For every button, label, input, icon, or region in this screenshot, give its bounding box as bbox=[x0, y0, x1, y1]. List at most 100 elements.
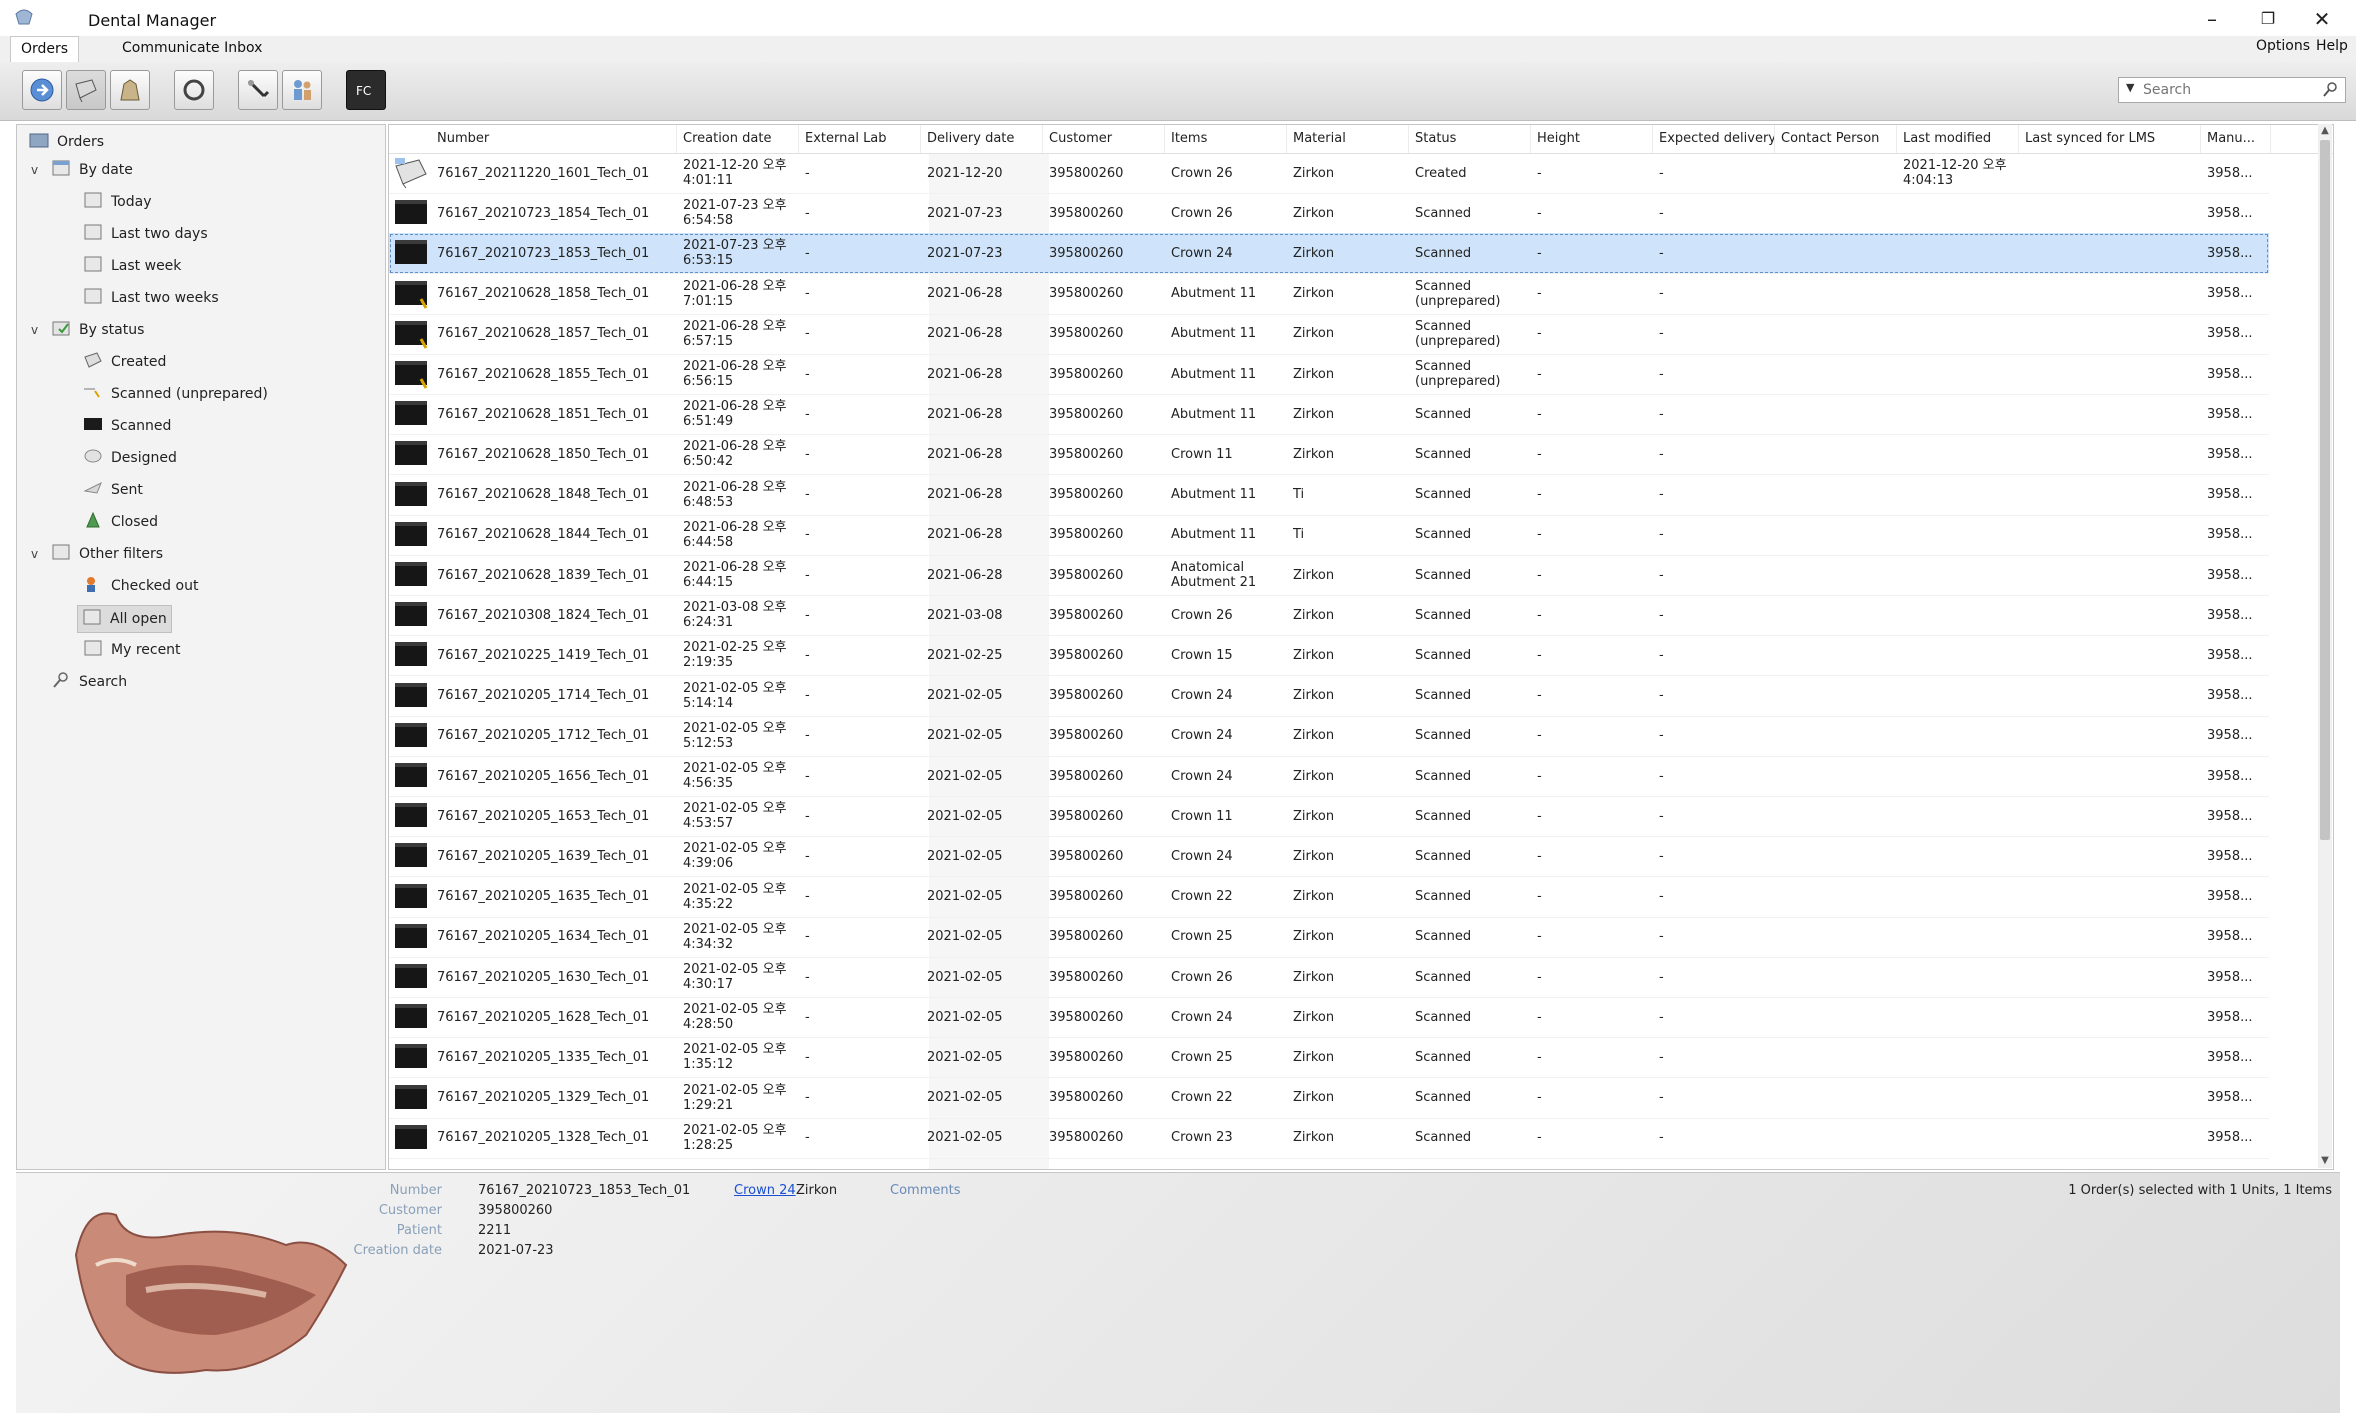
cell-text: 2021-02-05 bbox=[927, 808, 1003, 824]
menu-help[interactable]: Help bbox=[2316, 38, 2348, 54]
item-link[interactable]: Crown 24 bbox=[734, 1183, 796, 1198]
table-row[interactable]: 76167_20211220_1601_Tech_01 2021-12-20 오후… bbox=[389, 153, 2269, 194]
vertical-scrollbar[interactable]: ▲ ▼ bbox=[2318, 124, 2332, 1168]
close-button[interactable]: ✕ bbox=[2300, 4, 2344, 34]
table-row[interactable]: 76167_20210628_1857_Tech_01 2021-06-28 오후… bbox=[389, 314, 2269, 355]
tree-closed[interactable]: Closed bbox=[83, 509, 158, 535]
cell-height: - bbox=[1531, 555, 1653, 595]
column-header-items[interactable]: Items bbox=[1165, 125, 1287, 153]
go-forward-button[interactable] bbox=[22, 70, 62, 110]
table-row[interactable]: 76167_20210628_1858_Tech_01 2021-06-28 오후… bbox=[389, 274, 2269, 315]
column-header-material[interactable]: Material bbox=[1287, 125, 1409, 153]
cell-customer: 395800260 bbox=[1043, 836, 1165, 876]
table-row[interactable]: 76167_20210628_1850_Tech_01 2021-06-28 오후… bbox=[389, 434, 2269, 476]
cell-text: 3958... bbox=[2207, 406, 2253, 422]
column-header-created[interactable]: Creation date bbox=[677, 125, 799, 153]
minimize-button[interactable]: – bbox=[2190, 4, 2234, 34]
tree-sent[interactable]: Sent bbox=[83, 477, 143, 503]
table-row[interactable]: 76167_20210205_1714_Tech_01 2021-02-05 오후… bbox=[389, 676, 2269, 717]
table-row[interactable]: 76167_20210628_1844_Tech_01 2021-06-28 오후… bbox=[389, 515, 2269, 556]
table-row[interactable]: 76167_20210628_1848_Tech_01 2021-06-28 오후… bbox=[389, 475, 2269, 516]
column-header-number[interactable]: Number bbox=[431, 125, 677, 153]
tree-search[interactable]: Search bbox=[51, 669, 127, 695]
table-row[interactable]: 76167_20210723_1854_Tech_01 2021-07-23 오후… bbox=[389, 193, 2269, 235]
search-input[interactable] bbox=[2141, 80, 2315, 100]
column-header-contact[interactable]: Contact Person bbox=[1775, 125, 1897, 153]
restore-button[interactable]: ❐ bbox=[2246, 4, 2290, 34]
column-header-delivery[interactable]: Delivery date bbox=[921, 125, 1043, 153]
table-row[interactable]: 76167_20210205_1335_Tech_01 2021-02-05 오후… bbox=[389, 1037, 2269, 1079]
table-row[interactable]: 76167_20210628_1839_Tech_01 2021-06-28 오후… bbox=[389, 555, 2269, 596]
cell-expected: - bbox=[1653, 354, 1775, 394]
tree-created[interactable]: Created bbox=[83, 349, 166, 375]
column-header-modified[interactable]: Last modified bbox=[1897, 125, 2019, 153]
scrollbar-thumb[interactable] bbox=[2320, 140, 2330, 840]
tab-communicate-inbox[interactable]: Communicate Inbox bbox=[112, 36, 272, 61]
cell-text: Created bbox=[1415, 165, 1467, 181]
tree-designed[interactable]: Designed bbox=[83, 445, 177, 471]
search-box[interactable]: ▼ bbox=[2118, 77, 2346, 103]
tree-scanned-unprepared[interactable]: Scanned (unprepared) bbox=[83, 381, 268, 407]
table-row[interactable]: 76167_20210205_1329_Tech_01 2021-02-05 오후… bbox=[389, 1078, 2269, 1119]
column-header-synced[interactable]: Last synced for LMS bbox=[2019, 125, 2201, 153]
table-row[interactable]: 76167_20210205_1656_Tech_01 2021-02-05 오후… bbox=[389, 756, 2269, 797]
search-dropdown-icon[interactable]: ▼ bbox=[2126, 81, 2134, 94]
tree-my-recent[interactable]: My recent bbox=[83, 637, 181, 663]
scan-button[interactable] bbox=[174, 70, 214, 110]
table-row[interactable]: 76167_20210628_1855_Tech_01 2021-06-28 오후… bbox=[389, 354, 2269, 395]
table-row[interactable]: 76167_20210205_1639_Tech_01 2021-02-05 오후… bbox=[389, 836, 2269, 878]
column-header-manu[interactable]: Manu... bbox=[2201, 125, 2271, 153]
cell-number: 76167_20210205_1656_Tech_01 bbox=[431, 756, 677, 796]
search-icon[interactable] bbox=[2323, 81, 2339, 97]
scroll-up-icon[interactable]: ▲ bbox=[2318, 124, 2332, 138]
table-row[interactable]: 76167_20210308_1824_Tech_01 2021-03-08 오후… bbox=[389, 595, 2269, 637]
tools-button[interactable] bbox=[238, 70, 278, 110]
column-header-height[interactable]: Height bbox=[1531, 125, 1653, 153]
tree-orders[interactable]: Orders bbox=[29, 129, 104, 155]
tab-orders[interactable]: Orders bbox=[10, 36, 80, 63]
cell-text: - bbox=[805, 165, 810, 181]
cell-text: 6:50:42 bbox=[683, 454, 734, 470]
tree-last-two-days[interactable]: Last two days bbox=[83, 221, 208, 247]
column-header-status[interactable]: Status bbox=[1409, 125, 1531, 153]
tree-today[interactable]: Today bbox=[83, 189, 152, 215]
cell-lab: - bbox=[799, 515, 921, 555]
new-order-button[interactable] bbox=[66, 70, 106, 110]
table-row[interactable]: 76167_20210225_1419_Tech_01 2021-02-25 오후… bbox=[389, 635, 2269, 677]
table-row[interactable]: 76167_20210205_1328_Tech_01 2021-02-05 오후… bbox=[389, 1118, 2269, 1159]
fc-button[interactable]: FC bbox=[346, 70, 386, 110]
cell-material: Zirkon bbox=[1287, 394, 1409, 434]
chevron-down-icon[interactable]: v bbox=[31, 547, 38, 561]
column-header-customer[interactable]: Customer bbox=[1043, 125, 1165, 153]
column-header-expected[interactable]: Expected delivery bbox=[1653, 125, 1775, 153]
tree-other-filters[interactable]: Other filters bbox=[51, 541, 163, 567]
users-button[interactable] bbox=[282, 70, 322, 110]
tree-last-two-weeks[interactable]: Last two weeks bbox=[83, 285, 219, 311]
tree-by-status[interactable]: By status bbox=[51, 317, 144, 343]
tree-by-date[interactable]: By date bbox=[51, 157, 133, 183]
cell-created: 2021-02-05 오후 4:30:17 bbox=[677, 957, 799, 997]
table-row[interactable]: 76167_20210205_1628_Tech_01 2021-02-05 오후… bbox=[389, 997, 2269, 1039]
table-row[interactable]: 76167_20210205_1712_Tech_01 2021-02-05 오후… bbox=[389, 716, 2269, 757]
table-row[interactable]: 76167_20210205_1630_Tech_01 2021-02-05 오후… bbox=[389, 957, 2269, 998]
table-row[interactable]: 76167_20210205_1653_Tech_01 2021-02-05 오후… bbox=[389, 796, 2269, 838]
open-order-button[interactable] bbox=[110, 70, 150, 110]
table-row[interactable]: 76167_20210205_1634_Tech_01 2021-02-05 오후… bbox=[389, 917, 2269, 958]
column-header-lab[interactable]: External Lab bbox=[799, 125, 921, 153]
comments-link[interactable]: Comments bbox=[890, 1183, 960, 1198]
tree-all-open[interactable]: All open bbox=[77, 605, 172, 633]
scroll-down-icon[interactable]: ▼ bbox=[2318, 1154, 2332, 1168]
tree-checked-out[interactable]: Checked out bbox=[83, 573, 198, 599]
dental-scan-preview[interactable] bbox=[56, 1195, 356, 1385]
table-row[interactable]: 76167_20210628_1851_Tech_01 2021-06-28 오후… bbox=[389, 394, 2269, 436]
tree-last-week[interactable]: Last week bbox=[83, 253, 181, 279]
table-row[interactable]: 76167_20210723_1853_Tech_01 2021-07-23 오후… bbox=[389, 233, 2269, 275]
cell-text: Anatomical bbox=[1171, 560, 1245, 575]
chevron-down-icon[interactable]: v bbox=[31, 163, 38, 177]
cell-material: Zirkon bbox=[1287, 957, 1409, 997]
cell-delivery: 2021-06-28 bbox=[921, 555, 1043, 595]
table-row[interactable]: 76167_20210205_1635_Tech_01 2021-02-05 오후… bbox=[389, 877, 2269, 918]
chevron-down-icon[interactable]: v bbox=[31, 323, 38, 337]
tree-scanned[interactable]: Scanned bbox=[83, 413, 171, 439]
menu-options[interactable]: Options bbox=[2256, 38, 2310, 54]
